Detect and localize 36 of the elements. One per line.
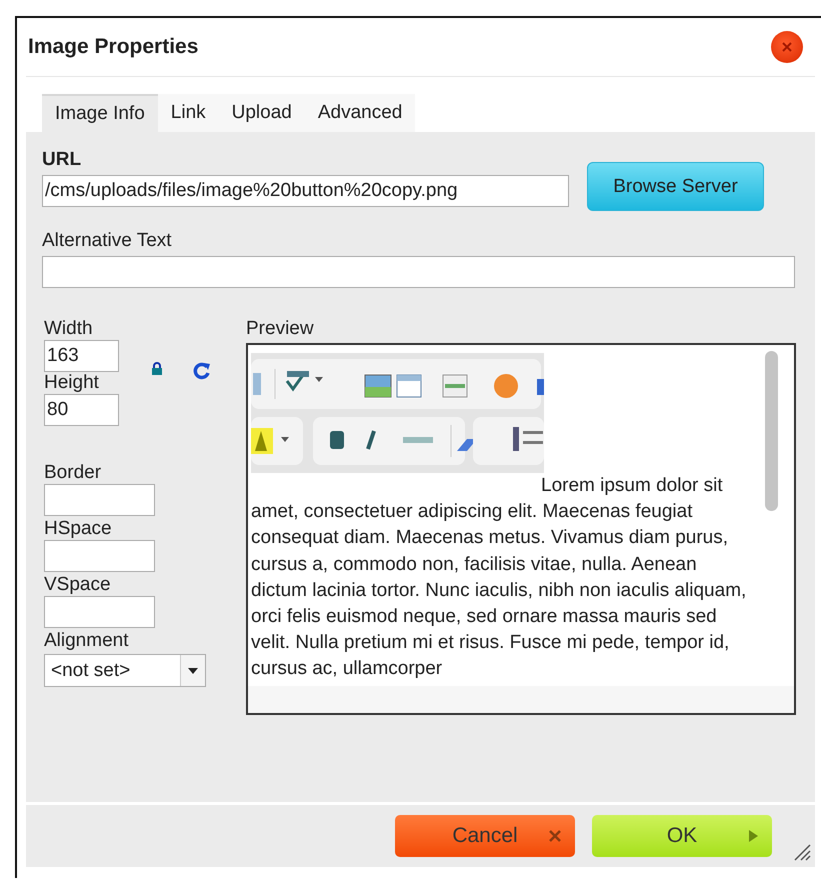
reset-icon[interactable]: [193, 362, 211, 380]
field-label: Height: [44, 372, 100, 394]
scrollbar[interactable]: [765, 351, 778, 511]
close-button[interactable]: [771, 31, 803, 63]
url-field[interactable]: /cms/uploads/files/image%20button%20copy.png: [42, 175, 569, 207]
field-label: URL: [42, 149, 82, 171]
tab[interactable]: Upload: [218, 94, 305, 132]
alignment-select[interactable]: <not set>: [44, 654, 206, 687]
horizontal-scrollbar[interactable]: [248, 686, 794, 713]
field-label: Width: [44, 318, 94, 340]
field-label: HSpace: [44, 518, 113, 540]
cancel-button[interactable]: Cancel: [395, 815, 575, 857]
spacing-field[interactable]: [44, 484, 155, 516]
lock-icon[interactable]: [151, 362, 163, 375]
ok-button[interactable]: OK: [592, 815, 772, 857]
caret-icon: [188, 668, 198, 674]
resize-grip-icon[interactable]: [793, 843, 811, 861]
field-label: Preview: [246, 318, 315, 340]
tab[interactable]: Link: [158, 94, 219, 132]
close-icon: [781, 41, 793, 53]
field-label: Border: [44, 462, 102, 484]
dialog-title: Image Properties: [28, 35, 198, 59]
tab[interactable]: Image Info: [42, 94, 158, 132]
browse-server-button[interactable]: Browse Server: [587, 162, 764, 211]
field-label: VSpace: [44, 574, 112, 596]
tab[interactable]: Advanced: [304, 94, 416, 132]
spacing-field[interactable]: [44, 540, 155, 572]
size-field[interactable]: 163: [44, 340, 119, 372]
size-field[interactable]: 80: [44, 394, 119, 426]
field-label: Alignment: [44, 630, 130, 652]
spacing-field[interactable]: [44, 596, 155, 628]
field-label: Alternative Text: [42, 230, 173, 252]
arrow-icon: [749, 830, 758, 842]
alt-text-field[interactable]: [42, 256, 795, 288]
close-icon: [549, 830, 561, 842]
preview-text: Lorem ipsum dolor sit amet, consectetuer adipiscing elit. Maecenas feugiat consequat diam. Maecenas metus. Vivamus diam purus, cursus a, commodo non, facilisis vitae, nulla. Aenean dictum lacinia tortor. Nunc iaculis, nibh non iaculis aliquam, orci felis euismod neque, sed ornare massa mauris sed velit. Nulla pretium mi et risus. Fusce mi pede, tempor id, cursus ac, ullamcorper: [251, 474, 748, 682]
